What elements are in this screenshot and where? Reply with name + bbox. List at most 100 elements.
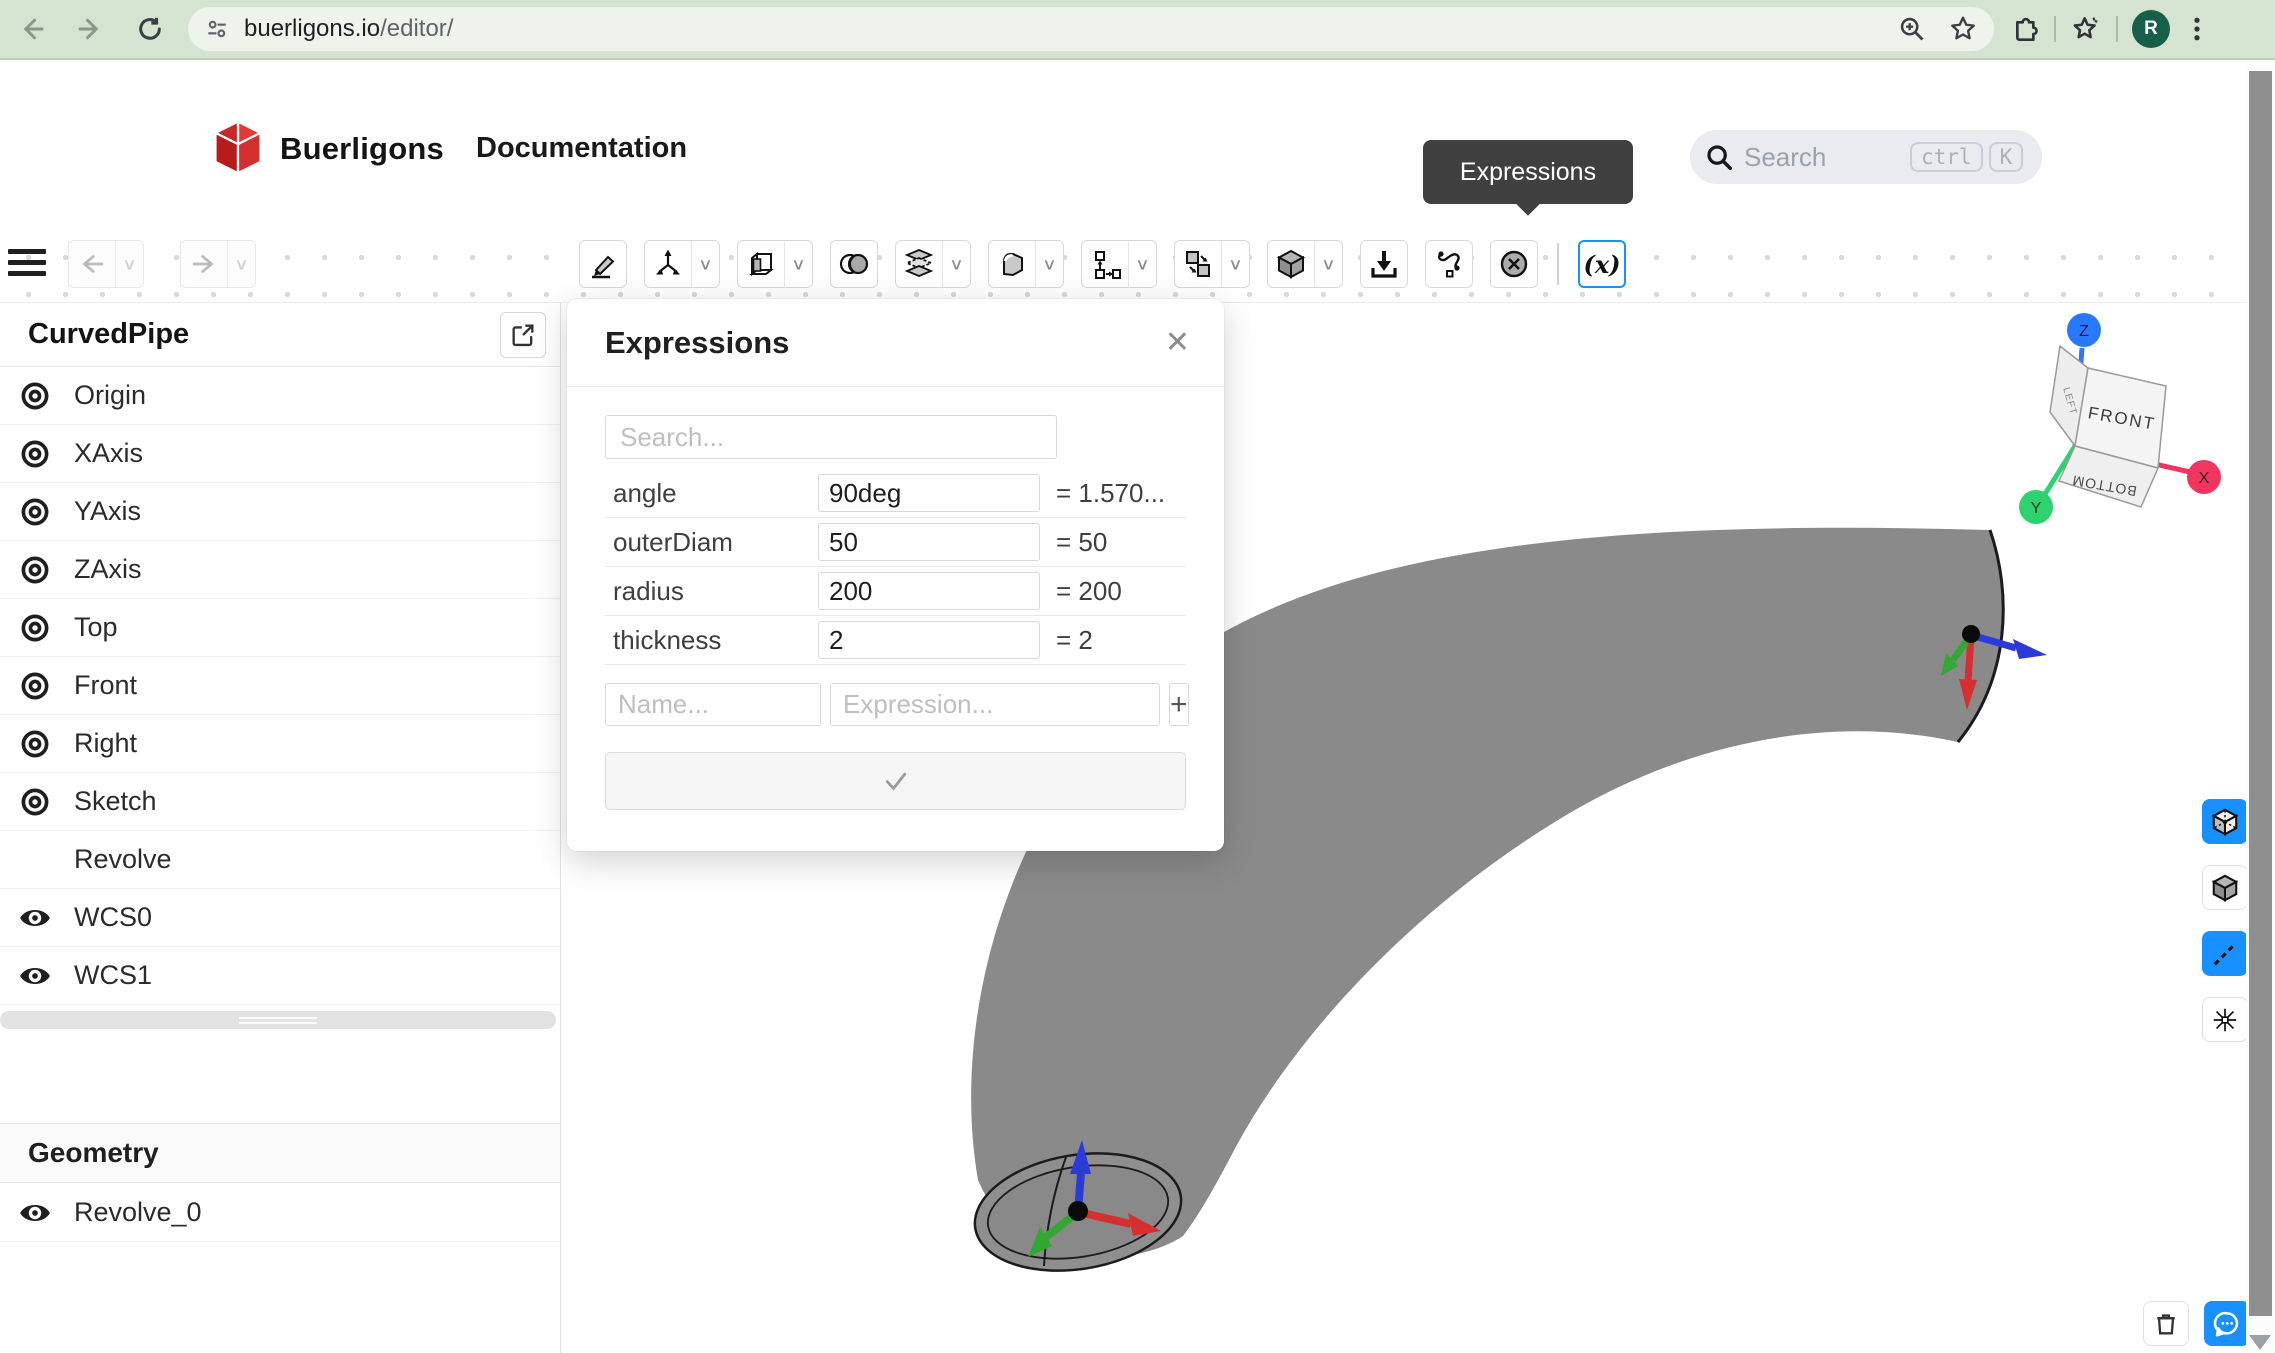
expression-name: outerDiam xyxy=(605,527,818,558)
pattern-copy-chevron[interactable]: ∨ xyxy=(1221,241,1249,287)
clear-scene-button[interactable] xyxy=(2143,1301,2189,1346)
solid-tools-button[interactable]: ∨ xyxy=(1267,240,1343,288)
redo-button[interactable]: ∨ xyxy=(180,240,256,288)
boolean-button[interactable] xyxy=(830,240,878,288)
chrome-separator xyxy=(2054,16,2056,42)
expression-value-input[interactable] xyxy=(818,523,1040,561)
tree-item[interactable]: Revolve xyxy=(0,831,560,889)
browser-back-button[interactable] xyxy=(10,7,54,51)
reorder-squares-icon xyxy=(1089,248,1121,280)
zoom-page-icon[interactable] xyxy=(1898,15,1926,43)
chat-support-button[interactable] xyxy=(2204,1301,2250,1346)
reorder-button[interactable]: ∨ xyxy=(1081,240,1157,288)
profile-avatar[interactable]: R xyxy=(2132,10,2170,48)
tree-item[interactable]: ZAxis xyxy=(0,541,560,599)
chrome-separator xyxy=(2116,16,2118,42)
sketch-button[interactable] xyxy=(579,240,627,288)
menu-hamburger-icon[interactable] xyxy=(8,243,46,281)
new-expression-row: + xyxy=(605,683,1186,726)
panel-resize-handle[interactable] xyxy=(0,1011,556,1029)
fillet-button[interactable]: ∨ xyxy=(988,240,1064,288)
svg-text:Y: Y xyxy=(2031,500,2042,517)
dialog-close-icon[interactable]: ✕ xyxy=(1165,328,1190,358)
tree-item[interactable]: WCS0 xyxy=(0,889,560,947)
expression-value-input[interactable] xyxy=(818,474,1040,512)
visibility-eye-outline-icon[interactable] xyxy=(18,611,52,645)
visibility-eye-outline-icon[interactable] xyxy=(18,553,52,587)
extrude-button[interactable]: ∨ xyxy=(737,240,813,288)
sparkle-star-icon[interactable] xyxy=(2070,13,2102,45)
tree-item[interactable]: Front xyxy=(0,657,560,715)
scrollbar-thumb[interactable] xyxy=(2249,71,2272,1316)
brand[interactable]: Buerligons xyxy=(212,120,444,178)
visibility-eye-outline-icon[interactable] xyxy=(18,437,52,471)
import-button[interactable] xyxy=(1360,240,1408,288)
delete-button[interactable] xyxy=(1490,240,1538,288)
work-geometry-button[interactable]: ∨ xyxy=(644,240,720,288)
reorder-chevron[interactable]: ∨ xyxy=(1128,241,1156,287)
page-scrollbar[interactable] xyxy=(2246,63,2275,1353)
expressions-button[interactable]: (x) xyxy=(1578,240,1626,288)
visibility-eye-outline-icon[interactable] xyxy=(18,669,52,703)
visibility-eye-filled-icon[interactable] xyxy=(18,1196,52,1230)
geometry-list: Revolve_0 xyxy=(0,1184,560,1242)
global-search[interactable]: ctrl K xyxy=(1690,130,2042,184)
extensions-puzzle-icon[interactable] xyxy=(2008,13,2040,45)
scrollbar-down-arrow[interactable] xyxy=(2249,1335,2271,1350)
axis-ball-x[interactable]: X xyxy=(2187,460,2221,494)
undo-button[interactable]: ∨ xyxy=(68,240,144,288)
bookmark-star-icon[interactable] xyxy=(1948,14,1978,44)
vertex-snap-button[interactable] xyxy=(2202,997,2248,1042)
extrude-chevron[interactable]: ∨ xyxy=(784,241,812,287)
tree-item[interactable]: YAxis xyxy=(0,483,560,541)
redo-history-chevron[interactable]: ∨ xyxy=(227,241,255,287)
expression-search-input[interactable] xyxy=(605,415,1057,459)
visibility-eye-outline-icon[interactable] xyxy=(18,379,52,413)
visibility-eye-outline-icon[interactable] xyxy=(18,495,52,529)
measure-line-button[interactable] xyxy=(2202,931,2248,976)
browser-reload-button[interactable] xyxy=(128,7,172,51)
shaded-view-button[interactable] xyxy=(2202,865,2248,910)
shortcut-key-ctrl: ctrl xyxy=(1910,142,1983,172)
new-expression-value-input[interactable] xyxy=(830,683,1160,726)
axis-ball-y[interactable]: Y xyxy=(2019,490,2053,524)
spline-path-icon xyxy=(1433,248,1465,280)
site-settings-icon[interactable] xyxy=(204,16,230,42)
toggle-hidden-edges-button[interactable] xyxy=(2202,799,2248,844)
work-geometry-chevron[interactable]: ∨ xyxy=(691,241,719,287)
undo-history-chevron[interactable]: ∨ xyxy=(115,241,143,287)
fillet-chevron[interactable]: ∨ xyxy=(1035,241,1063,287)
new-expression-name-input[interactable] xyxy=(605,683,821,726)
loft-chevron[interactable]: ∨ xyxy=(942,241,970,287)
spline-tools-button[interactable] xyxy=(1425,240,1473,288)
tree-item[interactable]: WCS1 xyxy=(0,947,560,1005)
view-cube[interactable]: FRONT BOTTOM LEFT Z X Y xyxy=(2019,313,2221,524)
visibility-eye-filled-icon[interactable] xyxy=(18,959,52,993)
browser-url-bar[interactable]: buerligons.io/editor/ xyxy=(188,7,1994,51)
open-external-button[interactable] xyxy=(500,312,546,358)
tree-item[interactable]: Right xyxy=(0,715,560,773)
visibility-eye-outline-icon[interactable] xyxy=(18,727,52,761)
visibility-eye-filled-icon[interactable] xyxy=(18,901,52,935)
expression-value-input[interactable] xyxy=(818,572,1040,610)
documentation-link[interactable]: Documentation xyxy=(476,132,687,165)
tree-item[interactable]: XAxis xyxy=(0,425,560,483)
pattern-copy-button[interactable]: ∨ xyxy=(1174,240,1250,288)
apply-button[interactable] xyxy=(605,752,1186,810)
solid-tools-chevron[interactable]: ∨ xyxy=(1314,241,1342,287)
search-input[interactable] xyxy=(1744,142,1904,173)
axis-ball-z[interactable]: Z xyxy=(2067,313,2101,347)
add-expression-button[interactable]: + xyxy=(1169,683,1189,726)
loft-button[interactable]: ∨ xyxy=(895,240,971,288)
expression-row: thickness = 2 xyxy=(605,616,1186,665)
kebab-menu-icon[interactable] xyxy=(2182,14,2212,44)
tree-item[interactable]: Revolve_0 xyxy=(0,1184,560,1242)
tree-item[interactable]: Origin xyxy=(0,367,560,425)
shortcut-key-k: K xyxy=(1989,142,2024,172)
dialog-header[interactable]: Expressions ✕ xyxy=(567,299,1224,387)
expression-value-input[interactable] xyxy=(818,621,1040,659)
visibility-eye-outline-icon[interactable] xyxy=(18,785,52,819)
tree-item[interactable]: Top xyxy=(0,599,560,657)
browser-forward-button[interactable] xyxy=(68,7,112,51)
tree-item[interactable]: Sketch xyxy=(0,773,560,831)
